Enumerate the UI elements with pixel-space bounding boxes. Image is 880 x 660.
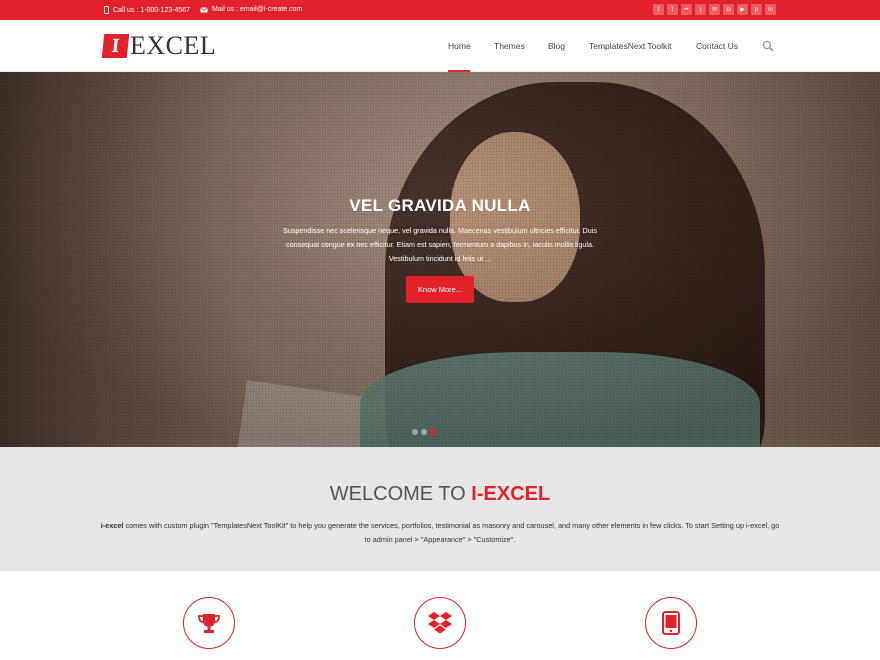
nav-item-contact-us[interactable]: Contact Us <box>696 41 738 51</box>
search-icon[interactable] <box>762 40 774 52</box>
feature-icon-circle-1[interactable] <box>183 597 235 649</box>
phone-icon <box>104 6 109 14</box>
trophy-icon <box>198 614 220 633</box>
twitter-icon[interactable]: t <box>667 4 678 15</box>
nav-item-themes[interactable]: Themes <box>494 41 525 51</box>
feature-icon-circle-2[interactable] <box>414 597 466 649</box>
site-header: I EXCEL Home Themes Blog TemplatesNext T… <box>0 20 880 72</box>
nav-item-blog[interactable]: Blog <box>548 41 565 51</box>
welcome-title: WELCOME TO I-EXCEL <box>0 483 880 506</box>
nav-item-home[interactable]: Home <box>448 41 471 51</box>
hero-slider: VEL GRAVIDA NULLA Suspendisse nec sceler… <box>0 72 880 447</box>
youtube-icon[interactable]: ▶ <box>737 4 748 15</box>
social-icons: f t •• ) ✉ ◘ ▶ p in <box>653 4 776 15</box>
features-section <box>0 571 880 660</box>
hero-text: Suspendisse nec scelerisque neque, vel g… <box>283 226 597 263</box>
slider-dot-active[interactable] <box>430 429 436 435</box>
instagram-icon[interactable]: ◘ <box>723 4 734 15</box>
email-icon[interactable]: ✉ <box>709 4 720 15</box>
welcome-title-prefix: WELCOME TO <box>329 483 472 505</box>
site-logo[interactable]: I EXCEL <box>101 31 217 60</box>
top-bar: Call us : 1-000-123-4567 Mail us : email… <box>0 0 880 20</box>
hero-title: VEL GRAVIDA NULLA <box>349 196 531 215</box>
facebook-icon[interactable]: f <box>653 4 664 15</box>
email-contact[interactable]: Mail us : email@i-create.com <box>200 6 302 13</box>
slider-dot[interactable] <box>421 429 427 435</box>
tablet-icon <box>662 611 680 635</box>
linkedin-icon[interactable]: in <box>765 4 776 15</box>
feature-icon-circle-3[interactable] <box>645 597 697 649</box>
welcome-text-body: comes with custom plugin "TemplatesNext … <box>123 521 780 544</box>
mail-icon <box>200 6 208 12</box>
slider-dots <box>412 429 436 435</box>
welcome-text: i-excel comes with custom plugin "Templa… <box>100 519 780 547</box>
know-more-button[interactable]: Know More... <box>406 276 474 303</box>
phone-text: Call us : 1-000-123-4567 <box>113 6 191 14</box>
phone-contact: Call us : 1-000-123-4567 <box>104 6 190 14</box>
email-text[interactable]: Mail us : email@i-create.com <box>212 6 302 13</box>
logo-wordmark: EXCEL <box>130 31 217 60</box>
welcome-title-brand: I-EXCEL <box>471 483 551 505</box>
pinterest-icon[interactable]: p <box>751 4 762 15</box>
flickr-icon[interactable]: •• <box>681 4 692 15</box>
dropbox-icon <box>428 612 452 634</box>
nav-item-templatesnext-toolkit[interactable]: TemplatesNext Toolkit <box>589 41 672 51</box>
rss-icon[interactable]: ) <box>695 4 706 15</box>
welcome-text-brand: i-excel <box>100 521 124 530</box>
logo-mark: I <box>101 34 130 58</box>
welcome-section: WELCOME TO I-EXCEL i-excel comes with cu… <box>0 447 880 571</box>
slider-dot[interactable] <box>412 429 418 435</box>
